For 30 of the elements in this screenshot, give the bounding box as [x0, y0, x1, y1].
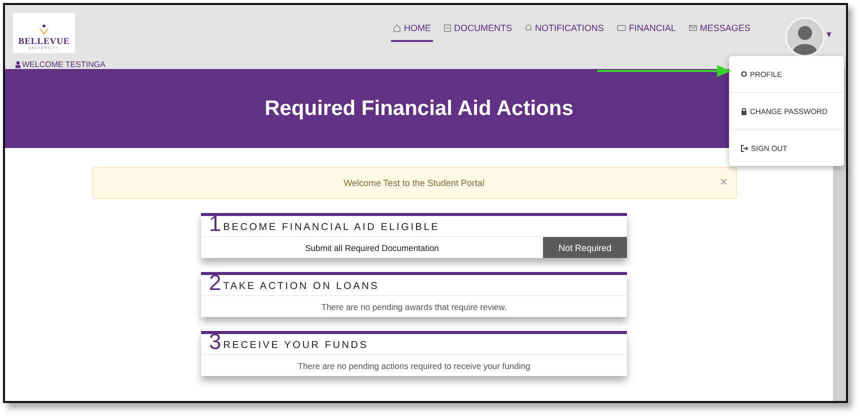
banner-title: Required Financial Aid Actions — [264, 96, 574, 120]
nav-tab[interactable]: NOTIFICATIONS — [523, 23, 606, 42]
lock-icon — [741, 108, 747, 114]
step-text: There are no pending awards that require review. — [320, 300, 508, 314]
welcome-user: WELCOME TESTINGA — [15, 60, 106, 69]
nav-tab[interactable]: DOCUMENTS — [442, 23, 514, 42]
avatar-icon[interactable] — [785, 17, 825, 57]
step-number: 3 — [209, 333, 222, 351]
caret-icon[interactable]: ▼ — [825, 30, 833, 39]
logo-emblem-icon — [37, 24, 51, 36]
nav-tab[interactable]: MESSAGES — [686, 23, 752, 42]
alert-message: Welcome Test to the Student Portal — [344, 178, 484, 188]
status-label: Not Required — [543, 237, 627, 258]
nav-tab[interactable]: HOME — [391, 23, 433, 42]
step-text: There are no pending actions required to receive your funding — [296, 360, 532, 373]
step-number: 2 — [209, 274, 222, 292]
bell-icon — [525, 24, 532, 32]
settings-icon — [741, 71, 747, 77]
sign-out-icon — [741, 144, 748, 152]
step-title: RECEIVE YOUR FUNDS — [223, 340, 368, 351]
banknote-icon — [616, 25, 626, 31]
step-title: TAKE ACTION ON LOANS — [223, 281, 380, 292]
logo-name: BELLEVUE — [18, 36, 70, 46]
mail-icon — [688, 25, 697, 31]
home-icon — [393, 24, 401, 32]
step-text: Submit all Required Documentation — [304, 242, 440, 255]
nav-tab[interactable]: FINANCIAL — [614, 23, 678, 42]
step-number: 1 — [209, 215, 222, 233]
step-title: BECOME FINANCIAL AID ELIGIBLE — [223, 222, 440, 233]
clipboard-icon — [444, 24, 451, 32]
